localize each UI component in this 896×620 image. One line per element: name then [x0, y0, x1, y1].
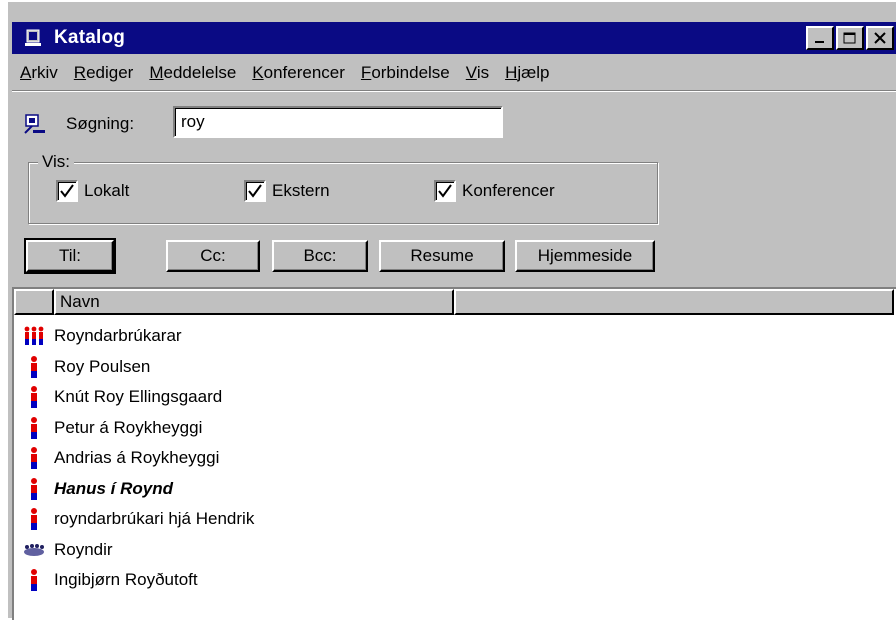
list-item-name: Hanus í Roynd	[54, 478, 174, 498]
menu-label: orbindelse	[371, 63, 450, 82]
list-rows: Royndarbrúkarar Roy Poulsen Knút Roy Ellin…	[14, 321, 254, 596]
person-icon	[14, 443, 54, 473]
menu-vis[interactable]: Vis	[458, 63, 497, 83]
checkmark-icon	[60, 184, 74, 198]
window-title: Katalog	[54, 27, 126, 48]
conference-icon	[14, 535, 54, 565]
checkbox-box[interactable]	[434, 180, 456, 202]
menu-forbindelse[interactable]: Forbindelse	[353, 63, 458, 83]
list-item[interactable]: Andrias á Roykheyggi	[14, 443, 254, 474]
minimize-icon	[815, 41, 824, 43]
checkbox-konferencer[interactable]: Konferencer	[434, 180, 555, 202]
menu-accel: F	[360, 63, 372, 82]
list-item[interactable]: Royndir	[14, 535, 254, 566]
til-button[interactable]: Til:	[24, 238, 116, 274]
list-item[interactable]: Ingibjørn Royðutoft	[14, 565, 254, 596]
title-bar[interactable]: Katalog	[12, 22, 896, 54]
list-item[interactable]: Roy Poulsen	[14, 352, 254, 383]
menu-accel: M	[149, 63, 164, 82]
menu-accel: V	[465, 63, 477, 82]
person-icon	[14, 504, 54, 534]
menu-accel: K	[252, 63, 264, 82]
bcc-button[interactable]: Bcc:	[272, 240, 368, 272]
menu-accel: R	[73, 63, 87, 82]
list-item-name: Royndir	[54, 539, 113, 559]
list-item[interactable]: Royndarbrúkarar	[14, 321, 254, 352]
list-item-name: Royndarbrúkarar	[54, 326, 182, 346]
maximize-button[interactable]	[836, 26, 864, 50]
menu-label: jælp	[517, 63, 550, 82]
directory-search-icon	[23, 113, 47, 137]
name-column-header[interactable]: Navn	[54, 289, 454, 315]
menu-label: onferencer	[263, 63, 345, 82]
resume-button[interactable]: Resume	[379, 240, 505, 272]
icon-column-header[interactable]	[14, 289, 54, 315]
hjemmeside-button[interactable]: Hjemmeside	[515, 240, 655, 272]
menu-bar: Arkiv Rediger Meddelelse Konferencer For…	[12, 58, 892, 88]
menu-label: eddelelse	[163, 63, 237, 82]
menu-arkiv[interactable]: Arkiv	[12, 63, 66, 83]
menu-accel: A	[20, 63, 32, 82]
cc-button[interactable]: Cc:	[166, 240, 260, 272]
vis-group-label: Vis:	[38, 152, 75, 172]
directory-list[interactable]: Navn Royndarbrúkarar Roy Poulsen Knút Roy …	[12, 287, 896, 620]
menu-label: is	[476, 63, 490, 82]
close-button[interactable]	[866, 26, 894, 50]
list-item[interactable]: Petur á Roykheyggi	[14, 413, 254, 444]
menu-rediger[interactable]: Rediger	[66, 63, 142, 83]
checkbox-box[interactable]	[56, 180, 78, 202]
search-input[interactable]	[173, 106, 503, 138]
list-item-name: Ingibjørn Royðutoft	[54, 570, 198, 590]
person-icon	[14, 382, 54, 412]
person-icon	[14, 413, 54, 443]
checkbox-label: Konferencer	[462, 181, 555, 200]
group-icon	[14, 321, 54, 351]
checkbox-lokalt[interactable]: Lokalt	[56, 180, 129, 202]
menu-divider	[12, 90, 896, 92]
minimize-button[interactable]	[806, 26, 834, 50]
menu-accel: H	[505, 63, 518, 82]
list-item-name: Roy Poulsen	[54, 356, 151, 376]
search-label: Søgning:	[66, 114, 135, 133]
list-item-name: Andrias á Roykheyggi	[54, 448, 220, 468]
list-item[interactable]: Knút Roy Ellingsgaard	[14, 382, 254, 413]
list-item[interactable]: royndarbrúkari hjá Hendrik	[14, 504, 254, 535]
menu-label: ediger	[86, 63, 134, 82]
checkbox-label: Lokalt	[84, 181, 130, 200]
close-icon	[874, 32, 886, 44]
person-icon	[14, 565, 54, 595]
menu-label: rkiv	[31, 63, 58, 82]
menu-hjaelp[interactable]: Hjælp	[497, 63, 557, 83]
checkbox-ekstern[interactable]: Ekstern	[244, 180, 330, 202]
list-item-name: royndarbrúkari hjá Hendrik	[54, 509, 255, 529]
checkbox-label: Ekstern	[272, 181, 330, 200]
list-item-name: Petur á Roykheyggi	[54, 417, 203, 437]
menu-meddelelse[interactable]: Meddelelse	[141, 63, 244, 83]
checkmark-icon	[248, 184, 262, 198]
list-item[interactable]: Hanus í Roynd	[14, 474, 254, 505]
checkbox-box[interactable]	[244, 180, 266, 202]
maximize-icon	[843, 32, 856, 44]
list-header: Navn	[14, 289, 896, 315]
list-item-name: Knút Roy Ellingsgaard	[54, 387, 223, 407]
menu-konferencer[interactable]: Konferencer	[244, 63, 353, 83]
directory-app-icon[interactable]	[20, 25, 46, 51]
person-icon	[14, 474, 54, 504]
empty-column-header[interactable]	[454, 289, 894, 315]
katalog-window: Katalog Arkiv Rediger Meddelelse Konfere…	[6, 0, 896, 620]
person-icon	[14, 352, 54, 382]
checkmark-icon	[438, 184, 452, 198]
